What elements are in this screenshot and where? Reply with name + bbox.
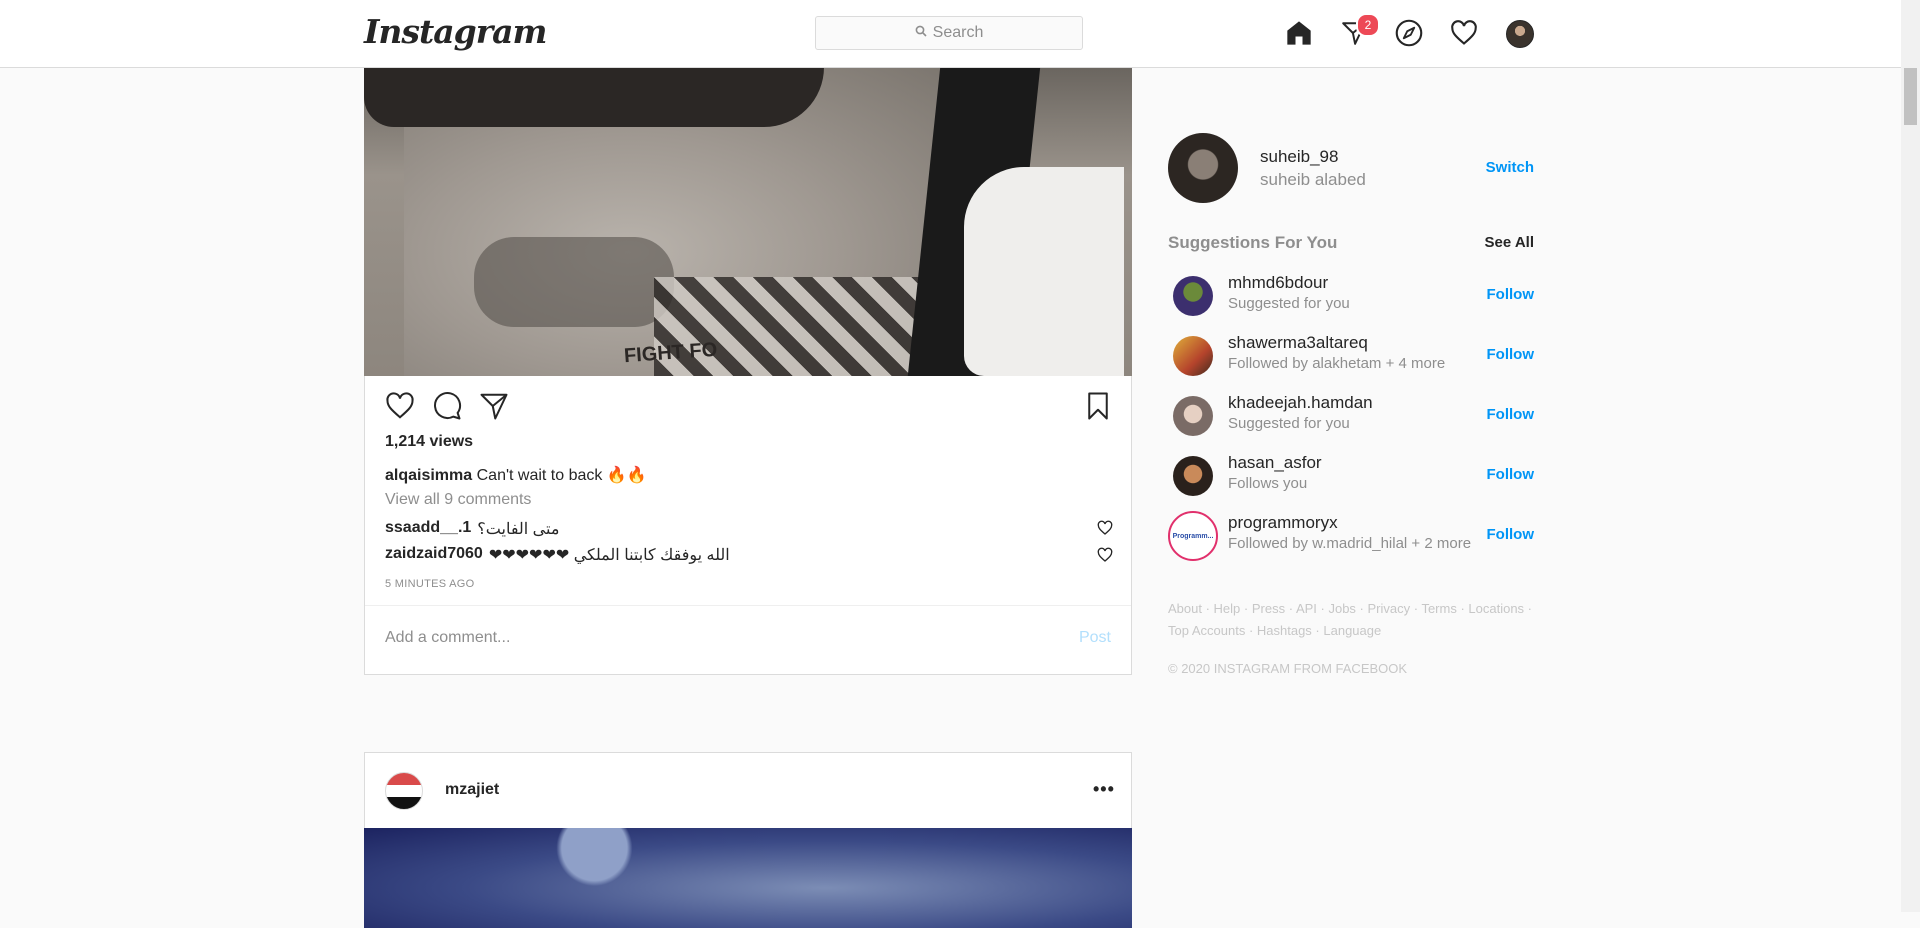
post-photo[interactable] bbox=[364, 828, 1132, 928]
copyright: © 2020 Instagram from Facebook bbox=[1168, 661, 1408, 676]
suggestion-avatar[interactable] bbox=[1173, 396, 1213, 436]
views-count[interactable]: 1,214 views bbox=[385, 433, 473, 451]
more-options-icon[interactable]: ••• bbox=[1093, 779, 1115, 800]
suggestion-username[interactable]: khadeejah.hamdan bbox=[1228, 393, 1373, 413]
search-placeholder: Search bbox=[932, 24, 984, 41]
comment-item: zaidzaid7060 الله يوفقك كابتنا الملكي ❤❤… bbox=[385, 545, 730, 565]
suggestion-subtitle: Suggested for you bbox=[1228, 295, 1350, 312]
post-photo[interactable]: FIGHT FO bbox=[364, 67, 1132, 376]
feed-post: FIGHT FO 1,214 views alqaisimma Can't wa… bbox=[364, 67, 1132, 675]
suggestion-avatar[interactable] bbox=[1173, 276, 1213, 316]
current-username[interactable]: suheib_98 bbox=[1260, 147, 1338, 167]
footer-link-top-accounts[interactable]: Top Accounts bbox=[1168, 623, 1245, 638]
page-scrollbar[interactable] bbox=[1901, 0, 1920, 912]
explore-compass-icon[interactable] bbox=[1392, 16, 1426, 50]
avatar-logo-text: Programm... bbox=[1172, 532, 1214, 540]
footer-link-language[interactable]: Language bbox=[1323, 623, 1381, 638]
search-icon bbox=[915, 24, 927, 42]
suggestion-item: Programm... programmoryx Followed by w.m… bbox=[1168, 511, 1535, 561]
post-comment-button[interactable]: Post bbox=[1079, 629, 1111, 647]
suggestion-avatar[interactable] bbox=[1173, 456, 1213, 496]
like-heart-icon[interactable] bbox=[383, 389, 417, 423]
footer-link-help[interactable]: Help bbox=[1214, 601, 1241, 616]
scrollbar-thumb[interactable] bbox=[1904, 68, 1917, 125]
footer-link-terms[interactable]: Terms bbox=[1421, 601, 1456, 616]
photo-print bbox=[474, 237, 674, 327]
view-all-comments-link[interactable]: View all 9 comments bbox=[385, 491, 531, 509]
suggestions-title: Suggestions For You bbox=[1168, 233, 1338, 252]
follow-button[interactable]: Follow bbox=[1487, 406, 1535, 423]
caption-text: Can't wait to back 🔥🔥 bbox=[476, 467, 647, 484]
comment-like-heart-icon[interactable] bbox=[1097, 520, 1113, 536]
top-navigation-bar: Instagram Search 2 bbox=[0, 0, 1901, 68]
post-timestamp[interactable]: 5 minutes ago bbox=[385, 578, 474, 590]
footer-link-about[interactable]: About bbox=[1168, 601, 1202, 616]
search-input[interactable]: Search bbox=[815, 16, 1083, 50]
suggestion-item: mhmd6bdour Suggested for you Follow bbox=[1168, 271, 1534, 319]
suggestion-subtitle: Suggested for you bbox=[1228, 415, 1350, 432]
suggestion-username[interactable]: mhmd6bdour bbox=[1228, 273, 1328, 293]
add-comment-input[interactable]: Add a comment... bbox=[385, 629, 510, 647]
comment-text: الله يوفقك كابتنا الملكي ❤❤❤❤❤❤ bbox=[488, 547, 730, 564]
profile-avatar[interactable] bbox=[1506, 20, 1534, 48]
suggestion-avatar[interactable] bbox=[1173, 336, 1213, 376]
photo-glove bbox=[964, 167, 1124, 376]
footer-link-api[interactable]: API bbox=[1296, 601, 1317, 616]
follow-button[interactable]: Follow bbox=[1487, 526, 1535, 543]
suggestion-username[interactable]: shawerma3altareq bbox=[1228, 333, 1368, 353]
footer-links: About · Help · Press · API · Jobs · Priv… bbox=[1168, 601, 1533, 638]
suggestion-username[interactable]: programmoryx bbox=[1228, 513, 1338, 533]
caption-username[interactable]: alqaisimma bbox=[385, 467, 472, 484]
suggestion-avatar[interactable]: Programm... bbox=[1168, 511, 1218, 561]
follow-button[interactable]: Follow bbox=[1487, 466, 1535, 483]
comment-text: متى الفايت؟ bbox=[477, 521, 560, 538]
home-icon[interactable] bbox=[1282, 16, 1316, 50]
footer-link-locations[interactable]: Locations bbox=[1468, 601, 1524, 616]
current-user-avatar[interactable] bbox=[1168, 133, 1238, 203]
footer-link-hashtags[interactable]: Hashtags bbox=[1257, 623, 1312, 638]
footer-link-jobs[interactable]: Jobs bbox=[1328, 601, 1355, 616]
comment-item: ssaadd__.1 متى الفايت؟ bbox=[385, 519, 559, 539]
footer-link-press[interactable]: Press bbox=[1252, 601, 1285, 616]
bookmark-icon[interactable] bbox=[1081, 389, 1115, 423]
post-caption: alqaisimma Can't wait to back 🔥🔥 bbox=[385, 465, 647, 485]
suggestion-subtitle: Follows you bbox=[1228, 475, 1308, 492]
switch-account-button[interactable]: Switch bbox=[1486, 159, 1534, 176]
follow-button[interactable]: Follow bbox=[1487, 346, 1535, 363]
post-author-username[interactable]: mzajiet bbox=[445, 781, 499, 799]
suggestion-subtitle: Followed by alakhetam + 4 more bbox=[1228, 355, 1446, 372]
current-fullname: suheib alabed bbox=[1260, 170, 1366, 189]
suggestion-item: hasan_asfor Follows you Follow bbox=[1168, 451, 1534, 499]
activity-heart-icon[interactable] bbox=[1447, 16, 1481, 50]
add-comment-section: Add a comment... Post bbox=[365, 605, 1131, 675]
follow-button[interactable]: Follow bbox=[1487, 286, 1535, 303]
post-author-avatar[interactable] bbox=[385, 772, 423, 810]
comment-like-heart-icon[interactable] bbox=[1097, 547, 1113, 563]
direct-badge: 2 bbox=[1356, 13, 1380, 37]
share-icon[interactable] bbox=[477, 389, 511, 423]
suggestion-username[interactable]: hasan_asfor bbox=[1228, 453, 1322, 473]
comment-username[interactable]: zaidzaid7060 bbox=[385, 545, 483, 565]
suggestion-item: shawerma3altareq Followed by alakhetam +… bbox=[1168, 331, 1534, 379]
suggestion-subtitle: Followed by w.madrid_hilal + 2 more bbox=[1228, 535, 1472, 552]
feed-post: mzajiet ••• bbox=[364, 752, 1132, 928]
comment-bubble-icon[interactable] bbox=[430, 389, 464, 423]
comment-username[interactable]: ssaadd__.1 bbox=[385, 519, 471, 539]
footer-link-privacy[interactable]: Privacy bbox=[1368, 601, 1411, 616]
photo-shadow bbox=[364, 67, 824, 127]
suggestion-item: khadeejah.hamdan Suggested for you Follo… bbox=[1168, 391, 1534, 439]
instagram-logo[interactable]: Instagram bbox=[364, 12, 547, 51]
see-all-link[interactable]: See All bbox=[1485, 234, 1534, 251]
